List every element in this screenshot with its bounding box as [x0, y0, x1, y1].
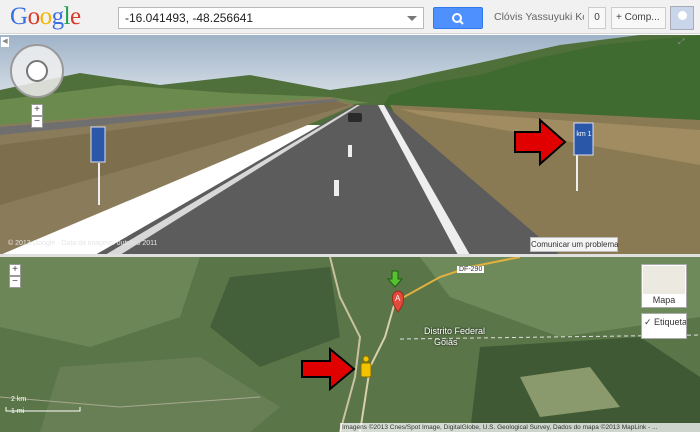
sign-text: km 1	[576, 131, 592, 138]
map-type-button[interactable]: Mapa	[641, 264, 687, 308]
top-bar: Google -16.041493, -48.256641 Clóvis Yas…	[0, 0, 700, 34]
avatar[interactable]	[670, 6, 694, 30]
map-attribution: Imagens ©2013 Cnes/Spot Image, DigitalGl…	[340, 423, 700, 432]
street-view-copyright: © 2013 Google · Data da imagem: outubro …	[8, 240, 158, 247]
notification-count[interactable]: 0	[588, 7, 606, 29]
search-value: -16.041493, -48.256641	[125, 11, 254, 25]
report-problem-button[interactable]: Comunicar um problema	[530, 237, 619, 252]
scale-mi: 1 mi	[11, 408, 25, 415]
map-scale: 2 km 1 mi	[4, 396, 84, 418]
map-zoom: + −	[9, 264, 21, 288]
region-label-df: Distrito Federal	[424, 326, 486, 336]
search-input[interactable]: -16.041493, -48.256641	[118, 7, 424, 29]
search-icon	[452, 13, 464, 25]
labels-toggle-label: ✓ Etiquetas	[644, 317, 687, 327]
satellite-map	[0, 257, 700, 432]
road-label: DF-290	[457, 266, 485, 273]
street-view-panel[interactable]: km 1	[0, 35, 700, 255]
user-name[interactable]: Clóvis Yassuyuki Ko...	[494, 11, 584, 23]
pan-center-icon[interactable]	[26, 60, 48, 82]
region-label-go: Goiás	[434, 337, 458, 347]
map-type-label: Mapa	[652, 295, 676, 305]
scale-km: 2 km	[11, 396, 27, 403]
search-button[interactable]	[433, 7, 483, 29]
marker-label[interactable]: A	[395, 294, 400, 303]
map-zoom-out-button[interactable]: −	[9, 276, 21, 288]
labels-toggle[interactable]: ✓ Etiquetas	[641, 313, 687, 339]
map-panel[interactable]: DF-290 A Distrito Federal Goiás	[0, 257, 700, 432]
sv-zoom-in-button[interactable]: +	[31, 104, 43, 116]
street-view-image	[0, 35, 700, 255]
collapse-panel-icon[interactable]: ◀	[1, 37, 9, 47]
map-type-thumbnail	[643, 266, 685, 294]
expand-icon[interactable]: ⤢	[678, 37, 684, 47]
google-logo[interactable]: Google	[10, 3, 81, 31]
share-button[interactable]: + Comp...	[611, 7, 666, 29]
pan-control[interactable]	[10, 44, 64, 98]
sv-zoom-out-button[interactable]: −	[31, 116, 43, 128]
map-zoom-in-button[interactable]: +	[9, 264, 21, 276]
search-dropdown-icon[interactable]	[407, 16, 417, 21]
street-view-zoom: + −	[31, 104, 43, 128]
